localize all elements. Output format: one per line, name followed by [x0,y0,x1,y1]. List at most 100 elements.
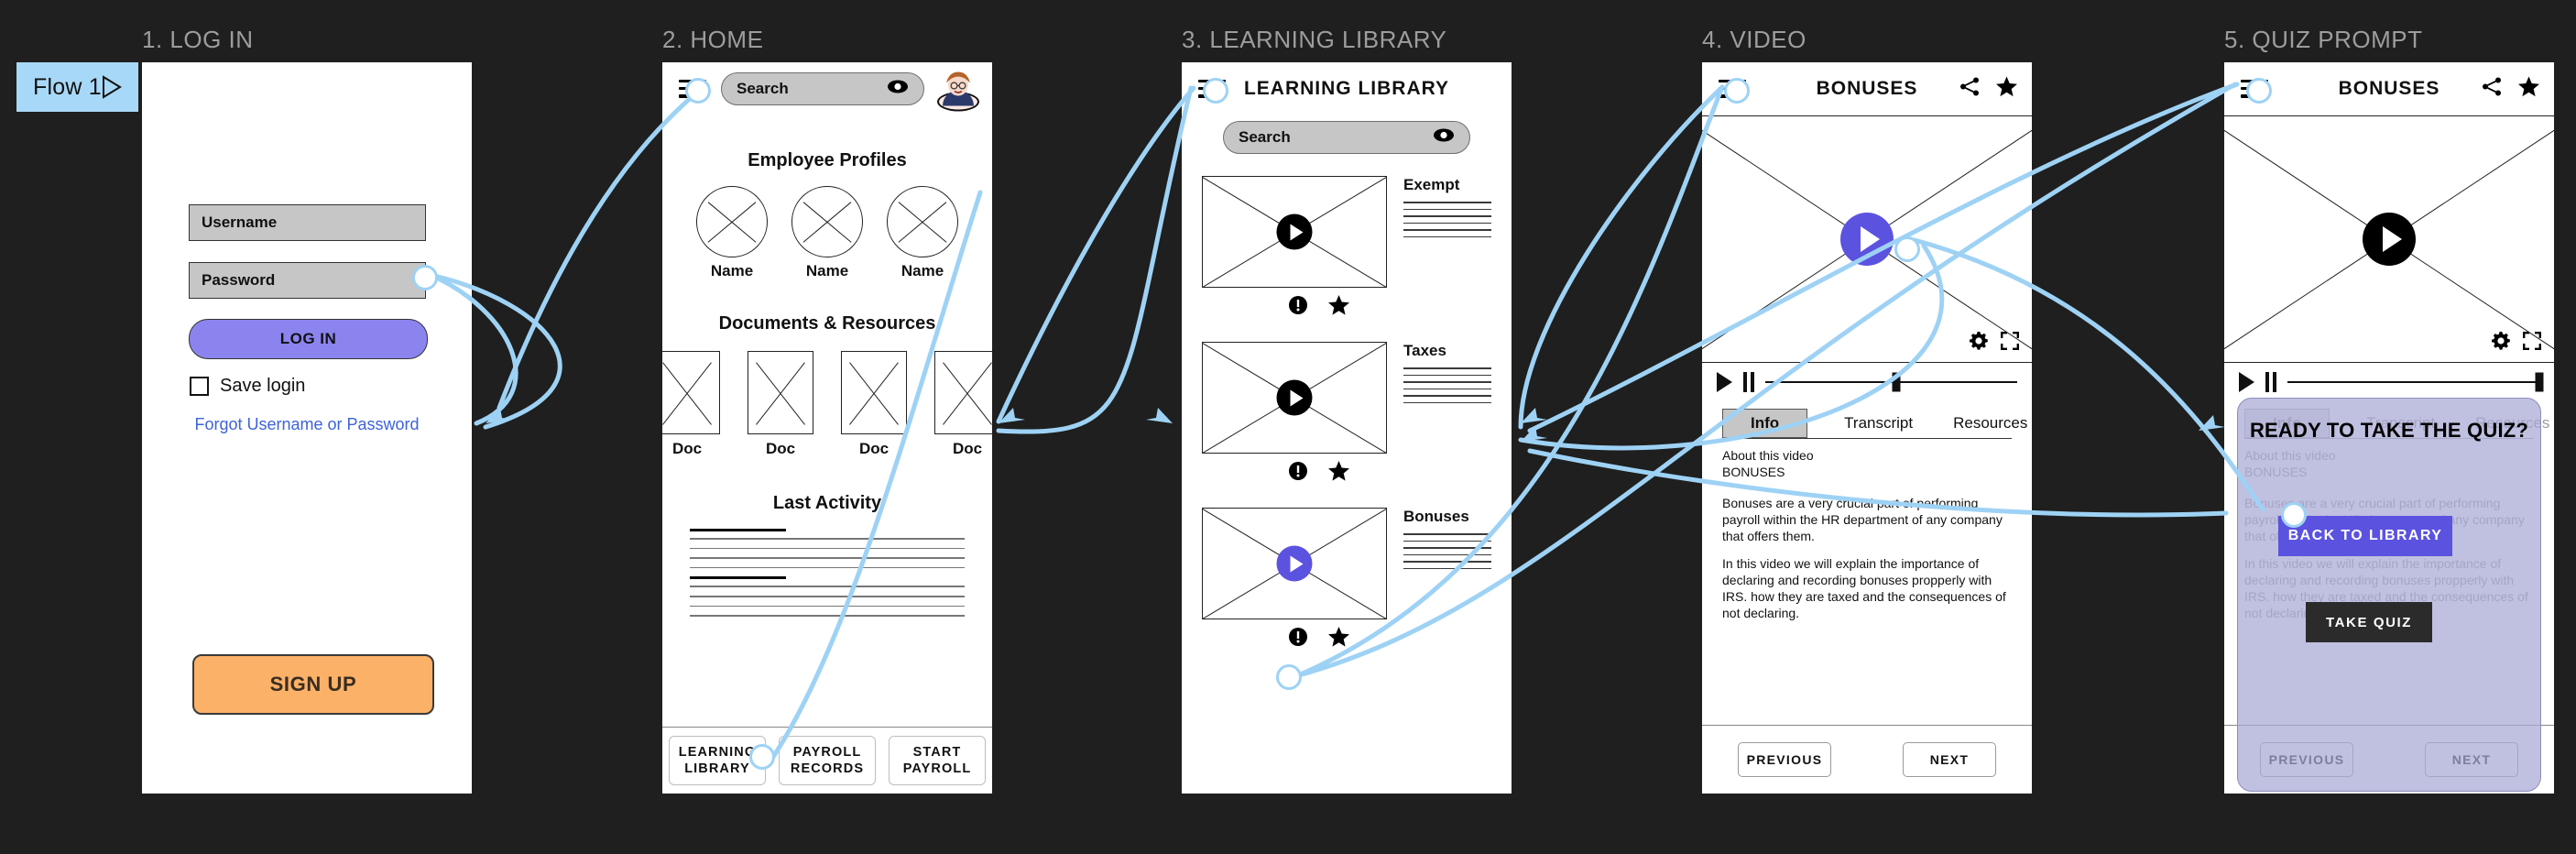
flow-badge-label: Flow 1 [33,73,102,100]
progress-knob[interactable] [2535,372,2544,392]
info-icon[interactable] [1288,461,1308,486]
document-item[interactable]: Doc [934,351,992,458]
about-label: About this video [1722,448,1814,464]
document-item[interactable]: Doc [841,351,907,458]
library-card-meta: Exempt [1403,176,1491,288]
library-card[interactable]: Taxes [1182,342,1512,454]
screen-login: Username Password LOG IN Save login Forg… [142,62,472,794]
hotspot-video-play[interactable] [1894,236,1920,262]
next-button[interactable]: NEXT [1903,742,1996,777]
star-icon[interactable] [1996,76,2017,102]
profile-name: Name [710,262,754,279]
video-thumbnail[interactable] [1202,176,1387,288]
play-triangle-icon [102,75,122,99]
play-icon[interactable] [2363,213,2416,266]
hotspot-bonuses-video[interactable] [1276,664,1302,690]
hotspot-login[interactable] [412,265,438,290]
gear-icon[interactable] [2492,332,2510,355]
hotspot-video-menu[interactable] [1724,78,1750,104]
info-icon[interactable] [1288,295,1308,320]
tab-resources[interactable]: Resources [1953,414,2027,438]
star-icon[interactable] [1327,461,1349,486]
play-icon[interactable] [1840,213,1894,266]
document-label: Doc [765,440,796,457]
star-icon[interactable] [2518,76,2539,102]
fullscreen-icon[interactable] [2001,332,2019,355]
pause-button-icon[interactable] [1743,372,1754,392]
play-button-icon[interactable] [2239,372,2254,392]
previous-button[interactable]: PREVIOUS [1738,742,1831,777]
flow-badge[interactable]: Flow 1 [16,62,138,112]
signup-button[interactable]: SIGN UP [192,654,434,715]
share-icon[interactable] [2482,77,2502,102]
login-button[interactable]: LOG IN [189,319,428,359]
profile-item[interactable]: Name [696,186,768,280]
tab-transcript[interactable]: Transcript [1844,414,1913,438]
share-icon[interactable] [1959,77,1980,102]
video-scrubber[interactable] [2224,363,2554,398]
profile-avatar-placeholder [887,186,958,257]
video-scrubber[interactable] [1702,363,2032,398]
video-thumbnail[interactable] [1202,342,1387,454]
screen-title-video: 4. VIDEO [1702,26,1806,53]
nav-start-payroll[interactable]: START PAYROLL [889,736,986,785]
pause-button-icon[interactable] [2265,372,2276,392]
profile-item[interactable]: Name [791,186,863,280]
hotspot-back-to-library[interactable] [2281,502,2307,528]
section-documents-resources: Documents & Resources [718,313,936,334]
password-field[interactable]: Password [189,262,426,299]
nav-label-line2: RECORDS [790,761,865,776]
hotspot-library-menu[interactable] [1203,78,1228,104]
video-paragraph-2: In this video we will explain the import… [1722,555,2006,620]
hotspot-learning-library[interactable] [749,744,775,770]
library-card[interactable]: Exempt [1182,176,1512,288]
fullscreen-icon[interactable] [2523,332,2541,355]
video-thumbnail[interactable] [1202,508,1387,619]
play-icon[interactable] [1276,214,1313,250]
info-icon[interactable] [1288,627,1308,651]
home-bottom-nav: LEARNING LIBRARY PAYROLL RECORDS START P… [662,727,992,794]
nav-label-line2: PAYROLL [902,761,972,776]
search-input[interactable]: Search [1223,121,1470,154]
employee-profiles-row: Name Name Name [662,186,992,280]
quiz-appbar: BONUSES [2224,62,2554,115]
document-item[interactable]: Doc [748,351,813,458]
document-item[interactable]: Doc [662,351,720,458]
library-card-icons [1182,295,1512,320]
eye-icon[interactable] [1433,128,1455,147]
hotspot-home-menu[interactable] [685,78,711,104]
screen-learning-library: LEARNING LIBRARY Search Exempt Taxes Bon… [1182,62,1512,794]
take-quiz-button[interactable]: TAKE QUIZ [2306,602,2432,642]
home-appbar: Search [662,62,992,122]
forgot-password-link[interactable]: Forgot Username or Password [142,415,472,434]
eye-icon[interactable] [887,80,909,98]
document-label: Doc [952,440,983,457]
gear-icon[interactable] [1970,332,1988,355]
username-field[interactable]: Username [189,204,426,241]
play-icon[interactable] [1276,379,1313,416]
save-login-checkbox[interactable] [190,377,209,396]
documents-row: Doc Doc Doc Doc [662,351,992,458]
progress-track[interactable] [1765,372,2017,392]
library-card[interactable]: Bonuses [1182,508,1512,619]
progress-knob[interactable] [1892,372,1901,392]
document-thumb [748,351,813,434]
star-icon[interactable] [1327,295,1349,320]
video-player[interactable] [2224,115,2554,363]
avatar[interactable] [937,68,979,122]
search-input[interactable]: Search [721,72,924,105]
profile-item[interactable]: Name [887,186,958,280]
quiz-prompt-overlay: READY TO TAKE THE QUIZ? BACK TO LIBRARY … [2237,398,2541,792]
search-placeholder: Search [737,80,789,97]
play-button-icon[interactable] [1717,372,1732,392]
save-login-row[interactable]: Save login [190,376,305,397]
progress-track[interactable] [2287,372,2544,392]
star-icon[interactable] [1327,627,1349,651]
video-player[interactable] [1702,115,2032,363]
video-tabs: Info Transcript Resources [1702,398,2032,438]
nav-payroll-records[interactable]: PAYROLL RECORDS [779,736,876,785]
tab-info[interactable]: Info [1722,409,1808,438]
play-icon[interactable] [1276,545,1313,582]
document-label: Doc [671,440,703,457]
hotspot-quiz-menu[interactable] [2246,78,2272,104]
